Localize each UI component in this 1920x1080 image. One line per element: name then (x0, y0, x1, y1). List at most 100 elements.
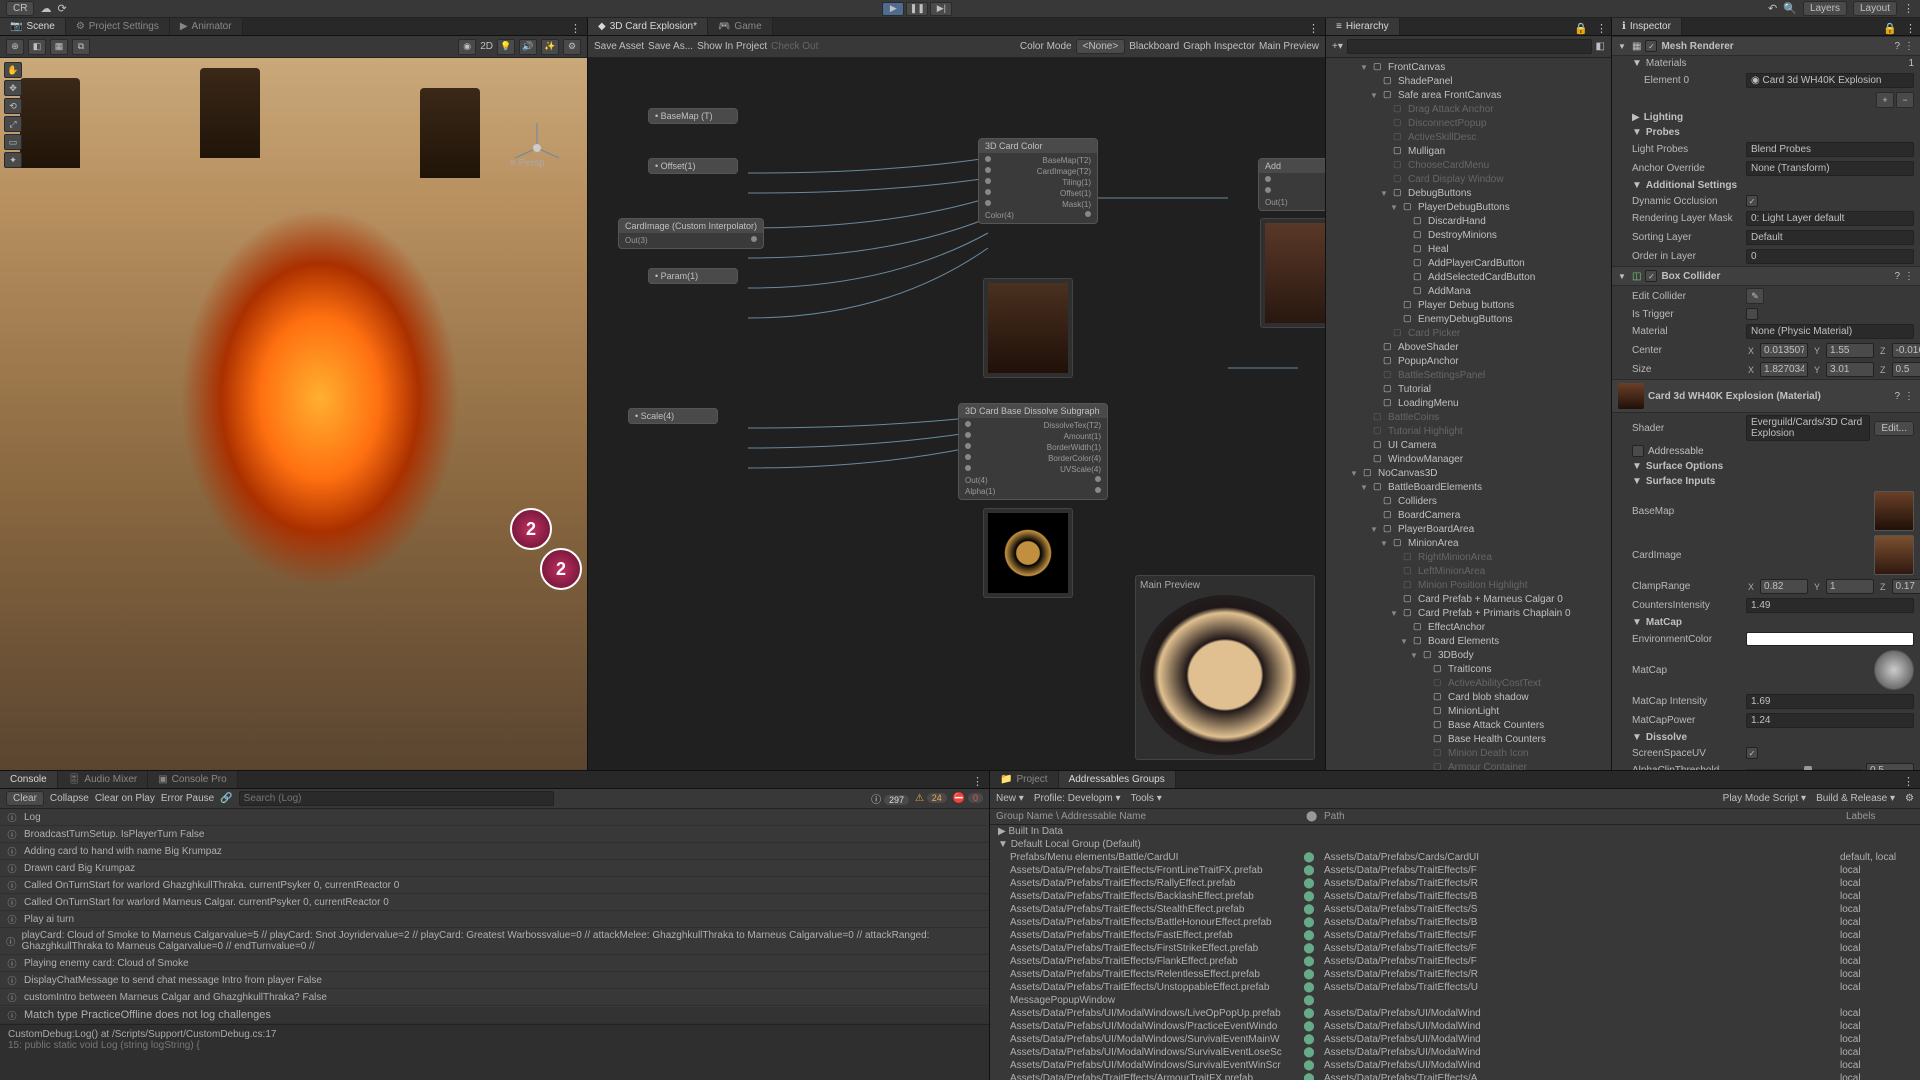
alphaclip-input[interactable] (1866, 763, 1914, 770)
graph-node-interpolator[interactable]: CardImage (Custom Interpolator) Out(3) (618, 218, 764, 249)
2d-toggle[interactable]: 2D (480, 41, 493, 52)
asset-row[interactable]: Assets/Data/Prefabs/TraitEffects/Backlas… (990, 890, 1920, 903)
hierarchy-item[interactable]: ▢ChooseCardMenu (1326, 158, 1611, 172)
graph-node-dissolve[interactable]: 3D Card Base Dissolve Subgraph DissolveT… (958, 403, 1108, 500)
attach-icon[interactable]: 🔗 (220, 793, 232, 804)
info-count[interactable]: ⓘ 297 (871, 791, 909, 806)
help-icon[interactable]: ? (1894, 271, 1900, 282)
material-slot[interactable]: ◉ Card 3d WH40K Explosion (1746, 73, 1914, 88)
center-x-input[interactable] (1760, 343, 1808, 358)
graph-property[interactable]: • Offset(1) (648, 158, 738, 174)
is-trigger-checkbox[interactable] (1746, 308, 1758, 320)
tab-audiomixer[interactable]: 🎚 Audio Mixer (58, 771, 149, 788)
graph-property[interactable]: • Scale(4) (628, 408, 718, 424)
pause-button[interactable]: ❚❚ (906, 2, 928, 16)
save-asset-button[interactable]: Save Asset (594, 41, 644, 52)
gizmo-icon[interactable]: ⚙ (563, 39, 581, 55)
group-default[interactable]: ▼ Default Local Group (Default) (990, 838, 1920, 851)
profile-dropdown[interactable]: Profile: Developm ▾ (1034, 793, 1121, 804)
hierarchy-item[interactable]: ▢BattleSettingsPanel (1326, 368, 1611, 382)
graph-property[interactable]: • Param(1) (648, 268, 738, 284)
hierarchy-item[interactable]: ▢Card Display Window (1326, 172, 1611, 186)
move-tool-icon[interactable]: ✥ (4, 80, 22, 96)
edit-collider-button[interactable]: ✎ (1746, 288, 1764, 304)
hierarchy-item[interactable]: ▼▢DebugButtons (1326, 186, 1611, 200)
hierarchy-item[interactable]: ▢Mulligan (1326, 144, 1611, 158)
asset-row[interactable]: Assets/Data/Prefabs/TraitEffects/BattleH… (990, 916, 1920, 929)
panel-menu-icon[interactable]: ⋮ (966, 775, 989, 788)
grid-icon[interactable]: ▦ (50, 39, 68, 55)
clamprange-y[interactable] (1826, 579, 1874, 594)
step-button[interactable]: ▶| (930, 2, 952, 16)
hierarchy-item[interactable]: ▢Card Prefab + Marneus Calgar 0 (1326, 592, 1611, 606)
anchor-override-field[interactable]: None (Transform) (1746, 161, 1914, 176)
col-labels[interactable]: Labels (1840, 809, 1920, 824)
log-entry[interactable]: ⓘplayCard: Cloud of Smoke to Marneus Cal… (0, 928, 989, 955)
hierarchy-item[interactable]: ▢Player Debug buttons (1326, 298, 1611, 312)
hierarchy-item[interactable]: ▢RightMinionArea (1326, 550, 1611, 564)
hierarchy-item[interactable]: ▢Minion Position Highlight (1326, 578, 1611, 592)
hierarchy-item[interactable]: ▼▢Safe area FrontCanvas (1326, 88, 1611, 102)
panel-menu-icon[interactable]: ⋮ (1592, 22, 1611, 35)
tab-project[interactable]: 📁 Project (990, 771, 1059, 788)
hierarchy-item[interactable]: ▢AddMana (1326, 284, 1611, 298)
pivot-icon[interactable]: ⊕ (6, 39, 24, 55)
graph-property[interactable]: • BaseMap (T) (648, 108, 738, 124)
component-box-collider[interactable]: ▼◫ ✓ Box Collider ?⋮ (1612, 266, 1920, 286)
main-preview-panel[interactable]: Main Preview (1135, 575, 1315, 760)
asset-row[interactable]: Assets/Data/Prefabs/UI/ModalWindows/Live… (990, 1007, 1920, 1020)
size-x-input[interactable] (1760, 362, 1808, 377)
hierarchy-item[interactable]: ▢DisconnectPopup (1326, 116, 1611, 130)
list-remove-button[interactable]: − (1896, 92, 1914, 108)
size-y-input[interactable] (1826, 362, 1874, 377)
undo-icon[interactable]: ↶ (1768, 2, 1777, 15)
hierarchy-item[interactable]: ▢Drag Attack Anchor (1326, 102, 1611, 116)
asset-row[interactable]: Assets/Data/Prefabs/TraitEffects/Relentl… (990, 968, 1920, 981)
light-probes-dropdown[interactable]: Blend Probes (1746, 142, 1914, 157)
account-dropdown[interactable]: CR (6, 1, 34, 16)
audio-icon[interactable]: 🔊 (519, 39, 537, 55)
log-entry[interactable]: ⓘcustomIntro between Marneus Calgar and … (0, 989, 989, 1006)
console-search[interactable] (239, 791, 554, 806)
tab-game[interactable]: 🎮 Game (708, 18, 773, 35)
shader-edit-button[interactable]: Edit... (1874, 421, 1914, 436)
counters-intensity-input[interactable] (1746, 598, 1914, 613)
hierarchy-item[interactable]: ▢Heal (1326, 242, 1611, 256)
asset-row[interactable]: Assets/Data/Prefabs/UI/ModalWindows/Prac… (990, 1020, 1920, 1033)
search-icon[interactable]: 🔍 (1783, 2, 1797, 15)
error-count[interactable]: ⛔ 0 (953, 793, 983, 804)
show-in-project-button[interactable]: Show In Project (697, 41, 767, 52)
hierarchy-item[interactable]: ▼▢MinionArea (1326, 536, 1611, 550)
menu-icon[interactable]: ⋮ (1903, 2, 1914, 15)
tab-shadergraph[interactable]: ◆ 3D Card Explosion* (588, 18, 708, 35)
hierarchy-item[interactable]: ▢WindowManager (1326, 452, 1611, 466)
hierarchy-item[interactable]: ▢Base Attack Counters (1326, 718, 1611, 732)
list-add-button[interactable]: + (1876, 92, 1894, 108)
hierarchy-item[interactable]: ▼▢Card Prefab + Primaris Chaplain 0 (1326, 606, 1611, 620)
size-z-input[interactable] (1892, 362, 1920, 377)
log-entry[interactable]: ⓘBroadcastTurnSetup. IsPlayerTurn False (0, 826, 989, 843)
hierarchy-item[interactable]: ▼▢PlayerBoardArea (1326, 522, 1611, 536)
refresh-icon[interactable]: ⟳ (57, 2, 66, 15)
hierarchy-item[interactable]: ▢EffectAnchor (1326, 620, 1611, 634)
tab-console[interactable]: Console (0, 771, 58, 788)
hierarchy-item[interactable]: ▢Tutorial (1326, 382, 1611, 396)
hierarchy-item[interactable]: ▢ActiveAbilityCostText (1326, 676, 1611, 690)
box-collider-enabled[interactable]: ✓ (1645, 270, 1657, 282)
log-entry[interactable]: ⓘPlay ai turn (0, 911, 989, 928)
rect-tool-icon[interactable]: ▭ (4, 134, 22, 150)
shader-dropdown[interactable]: Everguild/Cards/3D Card Explosion (1746, 415, 1870, 441)
asset-row[interactable]: Assets/Data/Prefabs/TraitEffects/Stealth… (990, 903, 1920, 916)
asset-row[interactable]: Assets/Data/Prefabs/TraitEffects/ArmourT… (990, 1072, 1920, 1080)
hierarchy-item[interactable]: ▢AddPlayerCardButton (1326, 256, 1611, 270)
col-path[interactable]: Path (1318, 809, 1840, 824)
draw-mode-icon[interactable]: ◉ (458, 39, 476, 55)
panel-menu-icon[interactable]: ⋮ (564, 22, 587, 35)
log-entry[interactable]: ⓘCalled OnTurnStart for warlord Marneus … (0, 894, 989, 911)
tools-dropdown[interactable]: Tools ▾ (1131, 793, 1162, 804)
graph-node-cardcolor[interactable]: 3D Card Color BaseMap(T2) CardImage(T2) … (978, 138, 1098, 224)
build-dropdown[interactable]: Build & Release ▾ (1816, 793, 1895, 804)
hierarchy-item[interactable]: ▢BoardCamera (1326, 508, 1611, 522)
hierarchy-item[interactable]: ▢Minion Death Icon (1326, 746, 1611, 760)
hierarchy-item[interactable]: ▢PopupAnchor (1326, 354, 1611, 368)
